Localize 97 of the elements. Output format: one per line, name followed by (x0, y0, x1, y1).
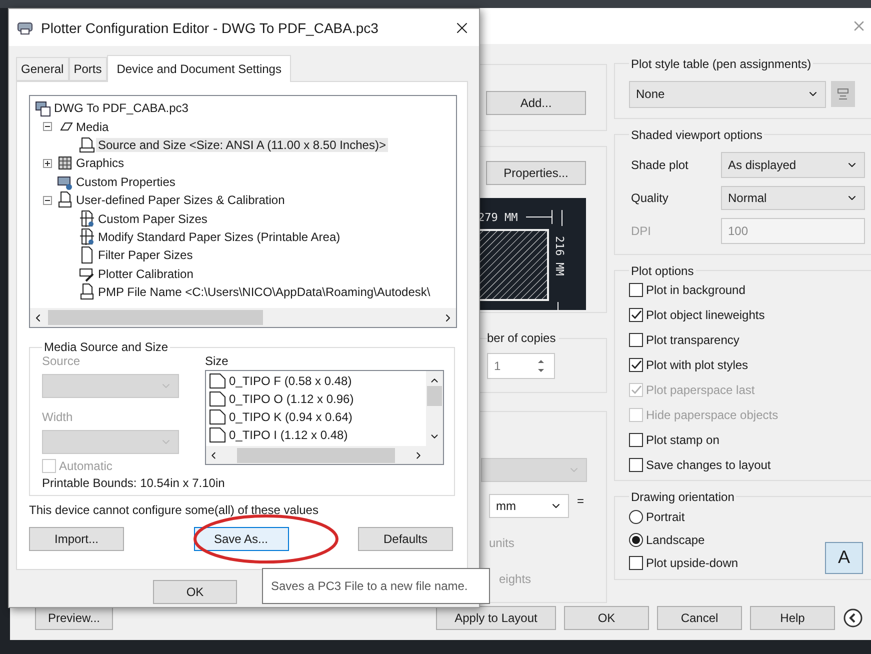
vertical-scrollbar[interactable] (426, 371, 443, 446)
dialog-button[interactable]: Apply to Layout (436, 606, 556, 630)
checkbox-label: Automatic (59, 459, 112, 473)
ok-button[interactable]: OK (153, 580, 237, 604)
radio-button[interactable] (629, 533, 643, 548)
document-icon (56, 191, 74, 210)
list-item[interactable]: 0_TIPO O (1.12 x 0.96) (209, 390, 426, 408)
field-label: Shade plot (631, 158, 690, 172)
plotter-icon (34, 99, 52, 118)
tree-item[interactable]: Custom Paper Sizes (96, 212, 210, 226)
grid-icon (56, 154, 74, 172)
field-label: Width (42, 410, 73, 424)
horizontal-scrollbar[interactable] (206, 446, 426, 464)
ruler-sheet-icon (78, 228, 96, 246)
group-title: Plot options (630, 264, 695, 278)
radio-button[interactable] (629, 510, 643, 524)
page-orientation-icon: A (825, 542, 863, 574)
lineweights-label: eights (499, 572, 532, 586)
tree-item[interactable]: Plotter Calibration (96, 266, 196, 281)
dialog-button[interactable]: Save As... (194, 527, 288, 551)
checkbox-label: Plot transparency (646, 333, 740, 348)
checkbox[interactable] (629, 556, 643, 570)
dialog-button[interactable]: Help (750, 606, 835, 630)
checkbox[interactable] (629, 333, 643, 348)
checkbox-label: Save changes to layout (646, 458, 771, 472)
scrollbar-thumb[interactable] (427, 386, 442, 406)
tree-item[interactable]: Source and Size <Size: ANSI A (11.00 x 8.50 Inches)> (96, 138, 388, 152)
checkbox[interactable] (629, 358, 643, 372)
add-button[interactable]: Add... (486, 90, 586, 115)
units-label: units (489, 536, 514, 550)
expand-toggle[interactable] (43, 196, 52, 205)
sheet-icon (209, 373, 227, 389)
scrollbar-thumb[interactable] (236, 448, 396, 462)
units-select[interactable]: mm (489, 494, 569, 518)
plotter-icon (17, 20, 35, 36)
field-label: Source (42, 354, 80, 368)
document-icon (78, 283, 96, 302)
field-label: Quality (631, 190, 670, 205)
group-title: Shaded viewport options (630, 128, 764, 142)
group-title: Media Source and Size (43, 340, 170, 354)
radio-label: Portrait (646, 510, 685, 524)
tab[interactable]: General (16, 57, 69, 81)
tree-item[interactable]: Modify Standard Paper Sizes (Printable Area) (96, 230, 342, 244)
window-title: Plotter Configuration Editor - DWG To PDF_CABA.pc3 (41, 20, 380, 36)
dialog-button[interactable]: OK (564, 606, 649, 630)
properties-button[interactable]: Properties... (486, 160, 586, 185)
tree-item[interactable]: Media (74, 120, 111, 134)
sheet-icon (209, 427, 227, 443)
sheet-icon (209, 391, 227, 407)
equals-sign: = (577, 494, 584, 510)
tree-item[interactable]: Graphics (74, 156, 126, 170)
horizontal-scrollbar[interactable] (30, 308, 456, 327)
checkbox-label: Plot upside-down (646, 556, 738, 570)
plot-style-select[interactable]: None (629, 80, 826, 108)
checkbox-label: Plot paperspace last (646, 383, 755, 398)
checkbox[interactable] (629, 433, 643, 448)
dialog-button[interactable]: Import... (29, 527, 124, 551)
dialog-button[interactable]: Defaults (358, 527, 453, 551)
edit-table-icon[interactable] (831, 81, 855, 108)
tab[interactable]: Ports (68, 57, 107, 81)
group-title: Plot style table (pen assignments) (630, 56, 812, 71)
checkbox-label: Hide paperspace objects (646, 408, 778, 422)
dialog-button[interactable]: Cancel (657, 606, 742, 630)
expand-toggle[interactable] (43, 158, 52, 168)
list-item[interactable]: 0_TIPO K (0.94 x 0.64) (209, 408, 426, 426)
checkbox[interactable] (629, 308, 643, 322)
checkbox-label: Plot object lineweights (646, 308, 765, 322)
copies-spinner[interactable]: 1 (487, 352, 555, 379)
paper-tray-icon (78, 136, 96, 154)
group-title: Drawing orientation (630, 490, 736, 504)
checkbox-label: Plot with plot styles (646, 358, 748, 372)
expand-toggle[interactable] (43, 122, 52, 132)
dropdown[interactable]: Normal (721, 186, 865, 210)
tree-item[interactable]: User-defined Paper Sizes & Calibration (74, 193, 287, 208)
field-label: Size (205, 354, 228, 368)
ruler-sheet-icon (78, 210, 96, 228)
checkbox[interactable] (629, 283, 643, 298)
notice-text: This device cannot configure some(all) of these values (29, 503, 320, 517)
group-label: ber of copies (487, 330, 559, 345)
tab[interactable]: Device and Document Settings (106, 55, 292, 82)
tooltip: Saves a PC3 File to a new file name. (262, 568, 490, 604)
tree-item[interactable]: PMP File Name <C:\Users\NICO\AppData\Roaming\Autodesk\ (96, 285, 432, 300)
tree-item[interactable]: Custom Properties (74, 174, 178, 189)
checkbox-label: Plot in background (646, 283, 746, 298)
list-item[interactable]: 0_TIPO F (0.58 x 0.48) (209, 372, 426, 390)
sheet-icon (209, 409, 227, 425)
tree-item[interactable]: DWG To PDF_CABA.pc3 (52, 101, 190, 116)
list-item[interactable]: 0_TIPO I (1.12 x 0.48) (209, 426, 426, 444)
printable-bounds-text: Printable Bounds: 10.54in x 7.10in (42, 476, 226, 490)
radio-label: Landscape (646, 533, 705, 548)
dropdown[interactable]: As displayed (721, 152, 865, 178)
checkbox-label: Plot stamp on (646, 433, 720, 448)
preview-button[interactable]: Preview... (35, 606, 113, 630)
field-label: DPI (631, 224, 652, 238)
tree-item[interactable]: Filter Paper Sizes (96, 248, 195, 262)
checkbox[interactable] (629, 458, 643, 472)
scrollbar-thumb[interactable] (48, 310, 262, 325)
